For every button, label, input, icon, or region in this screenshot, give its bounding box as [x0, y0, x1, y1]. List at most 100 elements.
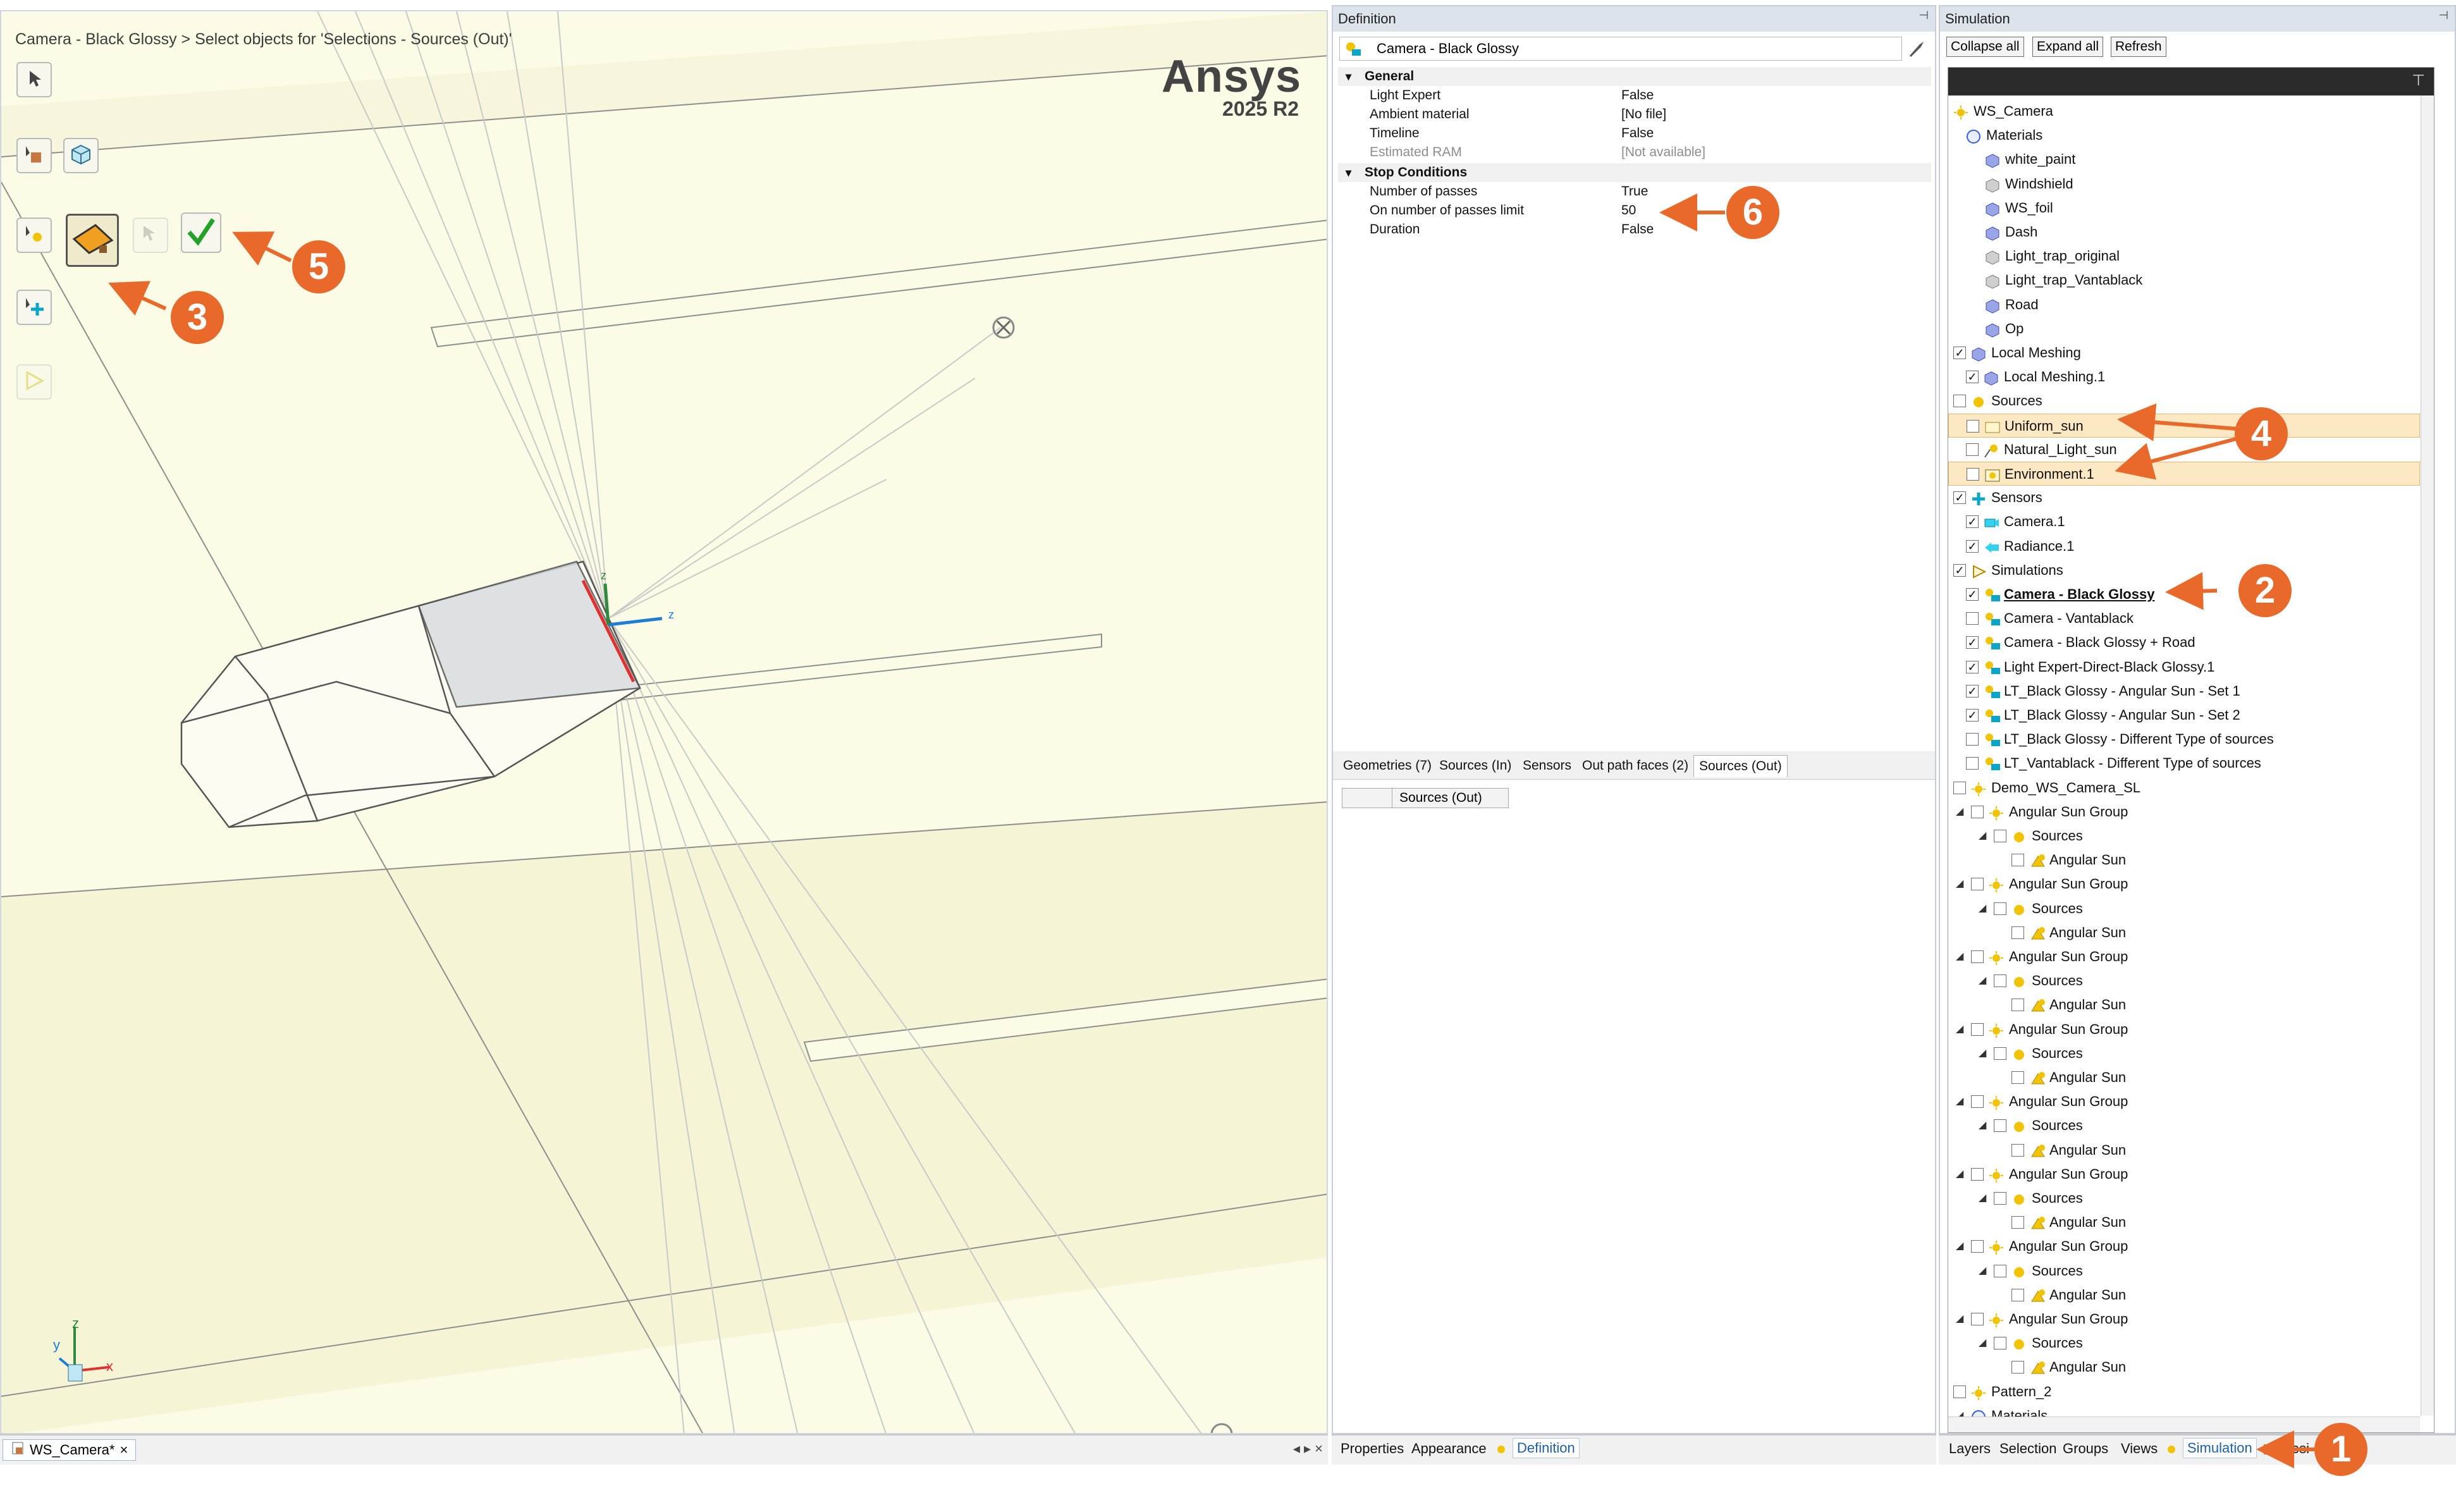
- tree-checkbox[interactable]: [1967, 419, 1979, 433]
- tree-checkbox[interactable]: [1994, 1337, 2006, 1350]
- tree-checkbox[interactable]: [1994, 830, 2006, 842]
- tree-item[interactable]: ✓ LT_Black Glossy - Angular Sun - Set 2: [1948, 703, 2420, 727]
- tab-sources-in[interactable]: Sources (In): [1434, 755, 1516, 777]
- tree-item[interactable]: Angular Sun: [1948, 1210, 2420, 1234]
- tab-out-path-faces[interactable]: Out path faces (2): [1577, 755, 1693, 777]
- tree-checkbox[interactable]: [1971, 878, 1984, 891]
- tree-item[interactable]: ✓ Simulations: [1948, 558, 2420, 582]
- expander-icon[interactable]: ◢: [1956, 1234, 1963, 1258]
- expander-icon[interactable]: ◢: [1979, 824, 1986, 848]
- tree-item[interactable]: ◢ Sources: [1948, 969, 2420, 993]
- tree-item[interactable]: ◢ Angular Sun Group: [1948, 800, 2420, 824]
- tree-checkbox[interactable]: [1966, 612, 1979, 625]
- tree-checkbox[interactable]: [1966, 443, 1979, 456]
- refresh-button[interactable]: Refresh: [2111, 37, 2166, 57]
- tree-checkbox[interactable]: ✓: [1953, 347, 1966, 359]
- tree-checkbox[interactable]: ✓: [1953, 491, 1966, 505]
- tree-item[interactable]: ◢ Angular Sun Group: [1948, 872, 2420, 896]
- tree-item[interactable]: WS_Camera: [1948, 99, 2420, 123]
- tree-checkbox[interactable]: [1971, 1095, 1984, 1109]
- tree-checkbox[interactable]: [1994, 1192, 2006, 1205]
- tree-item[interactable]: Angular Sun: [1948, 1355, 2420, 1379]
- tab-sensors[interactable]: Sensors: [1518, 755, 1576, 777]
- tree-item[interactable]: ✓ Radiance.1: [1948, 534, 2420, 558]
- tree-checkbox[interactable]: [1994, 1264, 2006, 1277]
- expander-icon[interactable]: ◢: [1979, 1042, 1986, 1066]
- collapse-all-button[interactable]: Collapse all: [1946, 37, 2024, 57]
- tree-checkbox[interactable]: [2011, 1361, 2024, 1374]
- tree-item[interactable]: Road: [1948, 293, 2420, 317]
- collapse-icon[interactable]: ▾: [1346, 67, 1351, 86]
- pin-icon[interactable]: ⊣: [1919, 9, 1929, 22]
- tree-item[interactable]: ◢ Angular Sun Group: [1948, 1234, 2420, 1258]
- tree-item[interactable]: ✓ LT_Black Glossy - Angular Sun - Set 1: [1948, 679, 2420, 703]
- tab-sources-out[interactable]: Sources (Out): [1693, 755, 1788, 777]
- tree-item[interactable]: ✓ Light Expert-Direct-Black Glossy.1: [1948, 655, 2420, 679]
- tree-item[interactable]: Sources: [1948, 389, 2420, 413]
- expander-icon[interactable]: ◢: [1956, 1162, 1963, 1186]
- run-simulation-button[interactable]: [16, 364, 52, 400]
- tree-checkbox[interactable]: [1994, 1047, 2006, 1060]
- tree-item[interactable]: Demo_WS_Camera_SL: [1948, 776, 2420, 800]
- edit-brush-icon[interactable]: [1907, 39, 1926, 61]
- view-cube-button[interactable]: [63, 138, 99, 173]
- tree-item[interactable]: Angular Sun: [1948, 921, 2420, 945]
- select-sensor-button[interactable]: [16, 290, 52, 325]
- tree-checkbox[interactable]: [2011, 1216, 2024, 1229]
- tree-item[interactable]: Angular Sun: [1948, 1283, 2420, 1307]
- tree-item[interactable]: LT_Black Glossy - Different Type of sour…: [1948, 727, 2420, 751]
- tree-checkbox[interactable]: [1994, 974, 2006, 988]
- tree-item[interactable]: ✓ Camera - Black Glossy: [1948, 582, 2420, 606]
- surface-selection-button[interactable]: [66, 214, 119, 267]
- tree-item[interactable]: ◢ Angular Sun Group: [1948, 945, 2420, 969]
- tree-item[interactable]: ◢ Sources: [1948, 1331, 2420, 1355]
- tree-checkbox[interactable]: [1953, 395, 1966, 408]
- tree-item[interactable]: Light_trap_original: [1948, 244, 2420, 268]
- expander-icon[interactable]: ◢: [1956, 800, 1963, 824]
- tree-item[interactable]: ◢ Angular Sun Group: [1948, 1090, 2420, 1114]
- tree-checkbox[interactable]: ✓: [1966, 709, 1979, 722]
- tree-item[interactable]: ◢ Sources: [1948, 1259, 2420, 1283]
- expand-all-button[interactable]: Expand all: [2032, 37, 2104, 57]
- tree-checkbox[interactable]: [2011, 1071, 2024, 1084]
- remove-selection-button[interactable]: [133, 218, 168, 253]
- tree-item[interactable]: WS_foil: [1948, 196, 2420, 220]
- simulation-name-field[interactable]: Camera - Black Glossy: [1339, 37, 1902, 61]
- doc-tab-ws-camera[interactable]: WS_Camera* ×: [3, 1439, 137, 1461]
- tree-checkbox[interactable]: [1966, 733, 1979, 746]
- expander-icon[interactable]: ◢: [1956, 1017, 1963, 1042]
- tree-checkbox[interactable]: [2011, 926, 2024, 939]
- tree-item[interactable]: Materials: [1948, 123, 2420, 147]
- tab-layers[interactable]: Layers: [1949, 1441, 1991, 1457]
- expander-icon[interactable]: ◢: [1979, 1114, 1986, 1138]
- tree-item[interactable]: Dash: [1948, 220, 2420, 244]
- tree-checkbox[interactable]: [1971, 1313, 1984, 1325]
- vertical-scrollbar[interactable]: [2421, 95, 2434, 1416]
- tree-checkbox[interactable]: ✓: [1966, 515, 1979, 529]
- expander-icon[interactable]: ◢: [1956, 1307, 1963, 1331]
- tab-selection[interactable]: Selection: [1999, 1441, 2057, 1457]
- tree-checkbox[interactable]: [2011, 1288, 2024, 1301]
- tree-item[interactable]: ✓ Local Meshing: [1948, 341, 2420, 365]
- tab-groups[interactable]: Groups: [2063, 1441, 2108, 1457]
- tree-checkbox[interactable]: ✓: [1966, 660, 1979, 673]
- tab-simulation[interactable]: Simulation: [2183, 1438, 2257, 1458]
- 3d-viewport[interactable]: z z Camera - Black Glossy > Select objec…: [0, 10, 1328, 1434]
- tree-checkbox[interactable]: [1953, 781, 1966, 794]
- select-geometry-button[interactable]: [16, 138, 52, 173]
- tree-item[interactable]: Light_trap_Vantablack: [1948, 268, 2420, 292]
- tree-item[interactable]: Uniform_sun: [1948, 413, 2420, 438]
- sources-out-column-header[interactable]: Sources (Out): [1342, 788, 1509, 808]
- tree-item[interactable]: Angular Sun: [1948, 848, 2420, 872]
- tree-item[interactable]: ✓ Camera - Black Glossy + Road: [1948, 630, 2420, 655]
- pin-icon[interactable]: ⊣: [2438, 9, 2448, 22]
- tree-item[interactable]: LT_Vantablack - Different Type of source…: [1948, 751, 2420, 775]
- tree-item[interactable]: ✓ Sensors: [1948, 486, 2420, 510]
- tab-appearance[interactable]: Appearance: [1411, 1441, 1487, 1457]
- expander-icon[interactable]: ◢: [1979, 1259, 1986, 1283]
- tree-checkbox[interactable]: ✓: [1966, 371, 1979, 384]
- tree-checkbox[interactable]: [1994, 902, 2006, 915]
- property-timeline[interactable]: Timeline False: [1338, 124, 1931, 143]
- expander-icon[interactable]: ◢: [1956, 945, 1963, 969]
- tree-checkbox[interactable]: [1966, 757, 1979, 770]
